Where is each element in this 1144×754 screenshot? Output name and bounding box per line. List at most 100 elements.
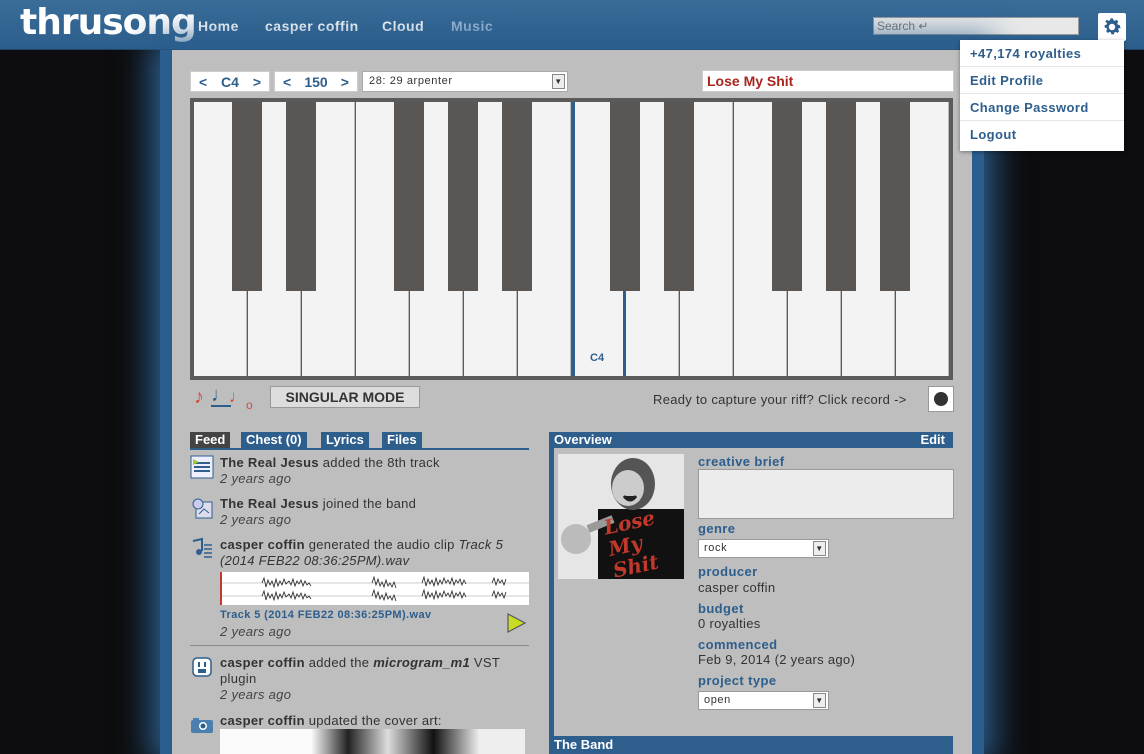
feed-time: 2 years ago bbox=[220, 471, 292, 486]
piano-black-key[interactable] bbox=[772, 102, 802, 291]
nav-cloud[interactable]: Cloud bbox=[382, 18, 424, 34]
tab-chest[interactable]: Chest (0) bbox=[241, 432, 307, 448]
key-label-c4: C4 bbox=[590, 352, 605, 364]
menu-logout[interactable]: Logout bbox=[960, 121, 1124, 148]
commenced-label: commenced bbox=[698, 637, 778, 652]
instrument-select[interactable]: 28: 29 arpenter ▼ bbox=[362, 71, 568, 92]
eighth-note-icon[interactable]: ♪ bbox=[194, 385, 204, 409]
play-icon[interactable] bbox=[505, 612, 527, 634]
octave-stepper[interactable]: < C4 > bbox=[190, 71, 270, 92]
octave-value: C4 bbox=[221, 73, 239, 90]
tempo-stepper[interactable]: < 150 > bbox=[274, 71, 358, 92]
piano-black-key[interactable] bbox=[502, 102, 532, 291]
song-title-field[interactable]: Lose My Shit bbox=[702, 70, 954, 92]
feed-actor[interactable]: casper coffin bbox=[220, 655, 305, 670]
feed-actor[interactable]: The Real Jesus bbox=[220, 496, 319, 511]
nav-music[interactable]: Music bbox=[451, 18, 493, 34]
project-type-value: open bbox=[704, 694, 731, 706]
budget-label: budget bbox=[698, 601, 744, 616]
chevron-down-icon: ▼ bbox=[813, 541, 826, 556]
feed-action: updated the cover art: bbox=[304, 713, 442, 728]
user-dropdown-menu: +47,174 royalties Edit Profile Change Pa… bbox=[960, 40, 1124, 151]
nav-home[interactable]: Home bbox=[198, 18, 239, 34]
project-type-label: project type bbox=[698, 673, 777, 688]
creative-brief-textarea[interactable] bbox=[698, 469, 954, 519]
feed-time: 2 years ago bbox=[220, 512, 292, 527]
feed-actor[interactable]: The Real Jesus bbox=[220, 455, 319, 470]
thrusong-logo[interactable]: thrusong bbox=[20, 3, 197, 43]
piano-black-key[interactable] bbox=[394, 102, 424, 291]
tempo-decrease-button[interactable]: < bbox=[283, 74, 291, 90]
feed-time: 2 years ago bbox=[220, 687, 292, 702]
tempo-increase-button[interactable]: > bbox=[341, 74, 349, 90]
chevron-down-icon: ▼ bbox=[813, 693, 826, 708]
feed-item: casper coffin added the microgram_m1 VST… bbox=[190, 655, 529, 705]
settings-gear-icon[interactable] bbox=[1098, 13, 1126, 41]
feed-item-text: casper coffin generated the audio clip T… bbox=[220, 537, 529, 569]
tab-lyrics[interactable]: Lyrics bbox=[321, 432, 369, 448]
audio-waveform[interactable] bbox=[220, 572, 529, 605]
cover-art-text: Lose My Shit bbox=[601, 505, 661, 579]
singular-mode-button[interactable]: SINGULAR MODE bbox=[270, 386, 420, 408]
cover-art-image[interactable]: Lose My Shit bbox=[558, 454, 684, 579]
instrument-value: 28: 29 arpenter bbox=[369, 75, 453, 87]
menu-royalties[interactable]: +47,174 royalties bbox=[960, 40, 1124, 67]
piano-black-key[interactable] bbox=[880, 102, 910, 291]
quarter-note-icon[interactable]: ♩ bbox=[211, 385, 231, 407]
piano-keyboard bbox=[190, 98, 953, 380]
octave-decrease-button[interactable]: < bbox=[199, 74, 207, 90]
feed-item-text: casper coffin updated the cover art: bbox=[220, 713, 529, 729]
feed-item-text: The Real Jesus joined the band 2 years a… bbox=[220, 496, 529, 528]
tab-files[interactable]: Files bbox=[382, 432, 422, 448]
feed-item: The Real Jesus added the 8th track 2 yea… bbox=[190, 455, 529, 491]
half-note-icon[interactable]: ♩ bbox=[229, 385, 246, 409]
piano-black-key[interactable] bbox=[286, 102, 316, 291]
chevron-down-icon: ▼ bbox=[552, 74, 565, 89]
record-icon bbox=[934, 392, 948, 406]
menu-change-password[interactable]: Change Password bbox=[960, 94, 1124, 121]
feed-action: generated the audio clip bbox=[304, 537, 459, 552]
piano-black-key[interactable] bbox=[610, 102, 640, 291]
overview-header: Overview Edit bbox=[549, 432, 953, 448]
piano-black-key[interactable] bbox=[664, 102, 694, 291]
vst-plugin-icon bbox=[190, 655, 214, 679]
cover-art-thumbnail[interactable] bbox=[220, 729, 525, 754]
track-icon bbox=[190, 455, 214, 479]
nav-profile[interactable]: casper coffin bbox=[265, 18, 359, 34]
feed-actor[interactable]: casper coffin bbox=[220, 713, 305, 728]
whole-note-icon[interactable]: o bbox=[246, 393, 253, 417]
band-section-header: The Band bbox=[549, 736, 953, 754]
audio-clip-link[interactable]: Track 5 (2014 FEB22 08:36:25PM).wav bbox=[220, 609, 432, 621]
creative-brief-label: creative brief bbox=[698, 454, 785, 469]
camera-icon bbox=[190, 713, 214, 737]
piano-black-key[interactable] bbox=[826, 102, 856, 291]
feed-action: joined the band bbox=[318, 496, 417, 511]
feed-object: microgram_m1 bbox=[373, 655, 470, 670]
piano-black-key[interactable] bbox=[448, 102, 478, 291]
genre-value: rock bbox=[704, 542, 728, 554]
tempo-value: 150 bbox=[304, 73, 328, 90]
record-button[interactable] bbox=[928, 386, 954, 412]
overview-title: Overview bbox=[554, 432, 612, 447]
search-input[interactable] bbox=[873, 17, 1079, 35]
feed-action: added the 8th track bbox=[318, 455, 440, 470]
genre-label: genre bbox=[698, 521, 736, 536]
overview-edit-button[interactable]: Edit bbox=[920, 432, 945, 448]
feed-item-text: casper coffin added the microgram_m1 VST… bbox=[220, 655, 529, 703]
feed-tabs: Feed Chest (0) Lyrics Files bbox=[190, 432, 529, 450]
budget-value: 0 royalties bbox=[698, 616, 761, 631]
menu-edit-profile[interactable]: Edit Profile bbox=[960, 67, 1124, 94]
piano-black-key[interactable] bbox=[232, 102, 262, 291]
feed-item-text: The Real Jesus added the 8th track 2 yea… bbox=[220, 455, 529, 487]
commenced-value: Feb 9, 2014 (2 years ago) bbox=[698, 652, 856, 667]
octave-increase-button[interactable]: > bbox=[253, 74, 261, 90]
record-prompt: Ready to capture your riff? Click record… bbox=[653, 392, 907, 407]
genre-select[interactable]: rock ▼ bbox=[698, 539, 829, 558]
feed-item: The Real Jesus joined the band 2 years a… bbox=[190, 496, 529, 532]
tab-feed[interactable]: Feed bbox=[190, 432, 231, 448]
feed-divider bbox=[190, 645, 529, 646]
project-type-select[interactable]: open ▼ bbox=[698, 691, 829, 710]
producer-value: casper coffin bbox=[698, 580, 776, 595]
feed-actor[interactable]: casper coffin bbox=[220, 537, 305, 552]
feed-action: added the bbox=[304, 655, 374, 670]
